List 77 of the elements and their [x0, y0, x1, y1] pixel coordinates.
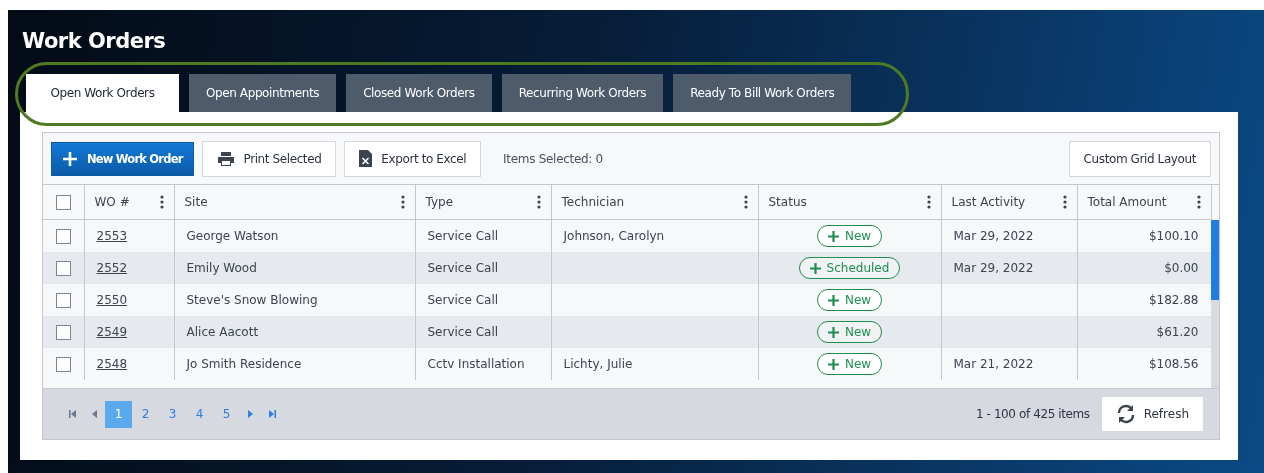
- plus-icon: [827, 230, 839, 242]
- column-header[interactable]: Type: [425, 195, 454, 209]
- table-cell: Mar 21, 2022: [953, 357, 1034, 371]
- previous-page-icon[interactable]: [92, 410, 97, 418]
- status-pill[interactable]: New: [816, 353, 883, 375]
- plus-icon: [809, 262, 821, 274]
- column-menu-icon[interactable]: [743, 195, 748, 209]
- status-pill[interactable]: New: [816, 225, 883, 247]
- table-cell: Steve's Snow Blowing: [186, 293, 318, 307]
- printer-icon: [216, 150, 235, 167]
- table-cell: Jo Smith Residence: [186, 357, 302, 371]
- work-order-link[interactable]: 2548: [96, 357, 128, 371]
- tab[interactable]: Open Work Orders: [26, 74, 179, 112]
- plus-icon: [827, 326, 839, 338]
- next-page-icon[interactable]: [248, 410, 253, 418]
- scrollbar[interactable]: [1211, 220, 1219, 388]
- table-cell: Service Call: [427, 261, 499, 275]
- row-checkbox[interactable]: [55, 260, 71, 276]
- new-work-order-button[interactable]: New Work Order: [51, 141, 194, 176]
- table-cell: Cctv Installation: [427, 357, 525, 371]
- table-cell: Emily Wood: [186, 261, 257, 275]
- column-header[interactable]: Status: [768, 195, 807, 209]
- row-checkbox[interactable]: [55, 324, 71, 340]
- status-pill[interactable]: Scheduled: [798, 257, 901, 279]
- table-cell: Lichty, Julie: [563, 357, 633, 371]
- row-checkbox[interactable]: [55, 292, 71, 308]
- column-header[interactable]: Last Activity: [951, 195, 1026, 209]
- table-cell: Service Call: [427, 229, 499, 243]
- items-summary: 1 - 100 of 425 items: [975, 407, 1090, 421]
- tab[interactable]: Closed Work Orders: [346, 74, 492, 112]
- table-cell: $182.88: [1148, 293, 1199, 307]
- print-selected-button[interactable]: Print Selected: [201, 140, 337, 177]
- work-order-link[interactable]: 2550: [96, 293, 128, 307]
- work-order-link[interactable]: 2552: [96, 261, 128, 275]
- table-cell: Service Call: [427, 325, 499, 339]
- export-to-excel-button[interactable]: Export to Excel: [344, 140, 482, 177]
- select-all-checkbox[interactable]: [55, 194, 71, 210]
- plus-icon: [827, 358, 839, 370]
- column-menu-icon[interactable]: [926, 195, 931, 209]
- plus-icon: [827, 294, 839, 306]
- refresh-icon: [1115, 404, 1136, 424]
- table-cell: Alice Aacott: [186, 325, 259, 339]
- page-title: Work Orders: [21, 28, 167, 55]
- custom-grid-layout-button[interactable]: Custom Grid Layout: [1068, 140, 1211, 177]
- table-cell: Mar 29, 2022: [953, 229, 1034, 243]
- column-menu-icon[interactable]: [400, 195, 405, 209]
- plus-icon: [62, 150, 78, 167]
- column-header[interactable]: Technician: [561, 195, 625, 209]
- column-menu-icon[interactable]: [159, 195, 164, 209]
- work-order-link[interactable]: 2553: [96, 229, 128, 243]
- column-header[interactable]: Total Amount: [1087, 195, 1167, 209]
- row-checkbox[interactable]: [55, 228, 71, 244]
- column-header[interactable]: WO #: [94, 195, 130, 209]
- table-cell: Johnson, Carolyn: [563, 229, 665, 243]
- column-menu-icon[interactable]: [1196, 195, 1201, 209]
- table-cell: Service Call: [427, 293, 499, 307]
- work-order-link[interactable]: 2549: [96, 325, 128, 339]
- table-cell: George Watson: [186, 229, 279, 243]
- refresh-button[interactable]: Refresh: [1101, 397, 1203, 431]
- table-cell: $100.10: [1148, 229, 1199, 243]
- items-selected-label: Items Selected: 0: [503, 151, 603, 166]
- last-page-icon[interactable]: [269, 410, 276, 418]
- table-cell: $108.56: [1148, 357, 1199, 371]
- column-menu-icon[interactable]: [1062, 195, 1067, 209]
- table-cell: $0.00: [1164, 261, 1199, 275]
- tab[interactable]: Recurring Work Orders: [501, 74, 664, 112]
- status-pill[interactable]: New: [816, 289, 883, 311]
- first-page-icon[interactable]: [69, 410, 76, 418]
- tab[interactable]: Ready To Bill Work Orders: [673, 74, 852, 112]
- column-menu-icon[interactable]: [536, 195, 541, 209]
- tab[interactable]: Open Appointments: [189, 74, 337, 112]
- table-cell: $61.20: [1156, 325, 1199, 339]
- excel-file-icon: [359, 150, 373, 167]
- table-cell: Mar 29, 2022: [953, 261, 1034, 275]
- row-checkbox[interactable]: [55, 356, 71, 372]
- status-pill[interactable]: New: [816, 321, 883, 343]
- column-header[interactable]: Site: [184, 195, 208, 209]
